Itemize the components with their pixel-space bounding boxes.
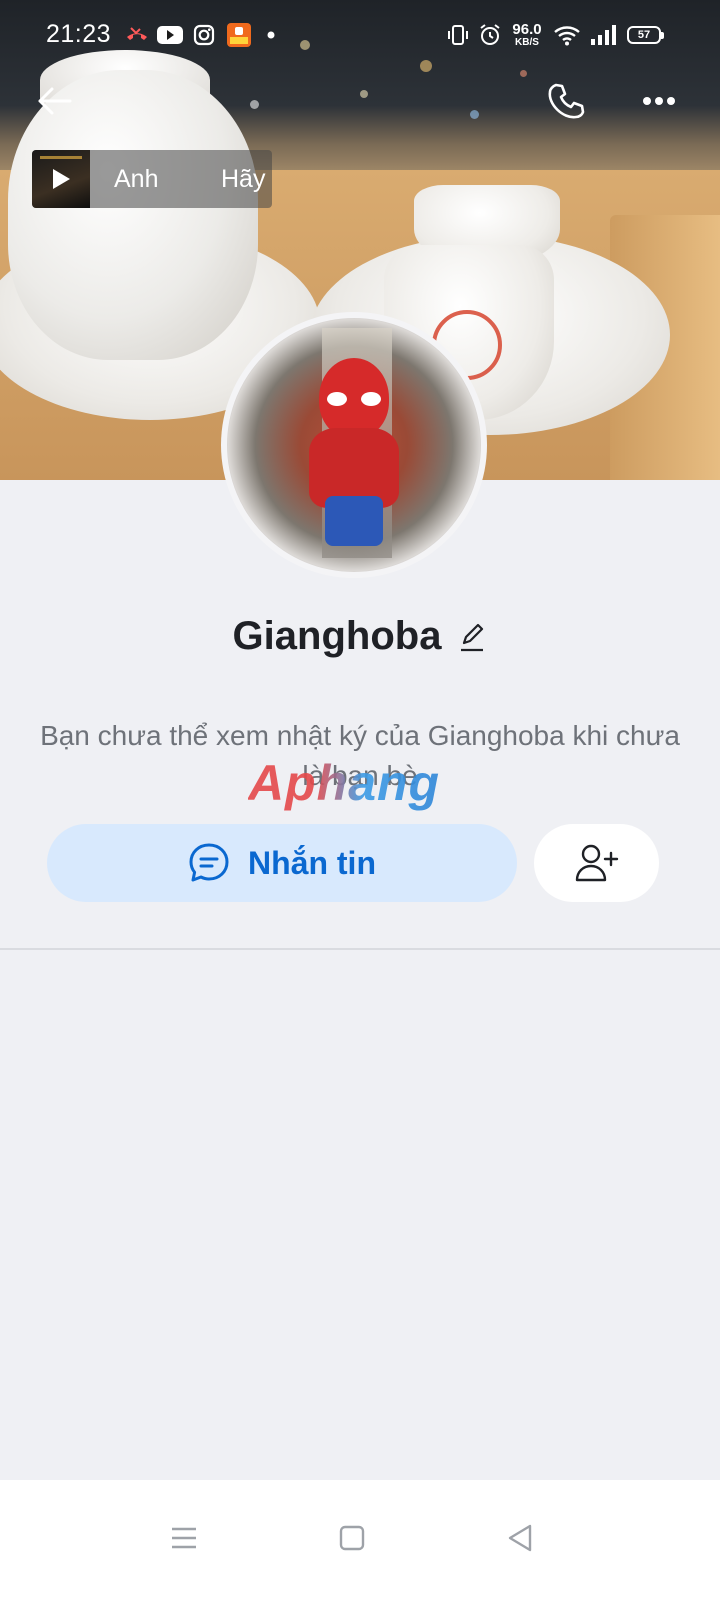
net-speed: 96.0 KB/S <box>512 21 542 48</box>
watermark: Aphang <box>248 755 441 811</box>
call-button[interactable] <box>540 75 592 127</box>
menu-icon <box>172 1527 196 1549</box>
music-title: Anh Hãy <box>114 164 266 193</box>
nav-home-button[interactable] <box>322 1508 382 1568</box>
nav-back-button[interactable] <box>490 1508 550 1568</box>
section-divider <box>0 948 720 950</box>
shopping-app-icon <box>226 22 252 48</box>
missed-call-icon <box>124 22 150 48</box>
chat-bubble-icon <box>189 843 229 882</box>
more-dots-icon <box>643 97 675 105</box>
message-button[interactable]: Nhắn tin <box>47 824 517 902</box>
more-button[interactable] <box>633 75 685 127</box>
signal-icon <box>589 22 617 48</box>
system-nav-bar <box>0 1480 720 1600</box>
phone-icon <box>548 83 585 119</box>
back-triangle-icon <box>508 1524 532 1552</box>
arrow-left-icon <box>38 87 72 115</box>
status-time: 21:23 <box>46 20 112 48</box>
wifi-icon <box>552 22 582 48</box>
music-thumbnail[interactable] <box>32 150 90 208</box>
profile-name: Gianghoba <box>232 614 442 658</box>
battery-icon: 57 <box>627 26 664 44</box>
dot-icon <box>266 22 276 48</box>
back-button[interactable] <box>28 75 80 127</box>
status-bar: 21:23 96.0 KB/S 57 <box>0 0 720 70</box>
youtube-icon <box>157 22 183 48</box>
avatar-image <box>227 318 481 572</box>
profile-music-player[interactable]: Anh Hãy <box>32 150 272 208</box>
pencil-icon[interactable] <box>457 622 487 652</box>
add-user-icon <box>575 844 618 882</box>
instagram-icon <box>192 22 216 48</box>
add-friend-button[interactable] <box>534 824 659 902</box>
vibrate-icon <box>446 22 470 48</box>
play-icon <box>53 169 70 189</box>
alarm-icon <box>477 22 503 48</box>
message-button-label: Nhắn tin <box>248 844 376 881</box>
nav-menu-button[interactable] <box>154 1508 214 1568</box>
avatar[interactable] <box>221 312 487 578</box>
home-square-icon <box>339 1525 365 1551</box>
